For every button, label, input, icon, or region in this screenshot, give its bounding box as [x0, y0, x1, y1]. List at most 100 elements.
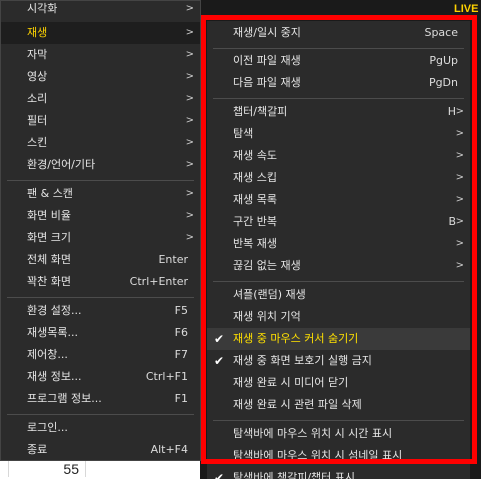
- submenu-item-shortcut: PgUp: [429, 54, 458, 67]
- submenu-item-label: 챕터/책갈피: [233, 105, 288, 118]
- chevron-right-icon: >: [455, 260, 464, 271]
- menu-item-label: 프로그램 정보...: [27, 392, 102, 405]
- menu-item-label: 팬 & 스캔: [27, 187, 73, 200]
- menu-item-visualization[interactable]: 시각화 >: [1, 0, 200, 20]
- menu-separator: [213, 98, 464, 99]
- submenu-item-label: 재생 위치 기억: [233, 310, 301, 323]
- submenu-item-block-screensaver[interactable]: ✔ 재생 중 화면 보호기 실행 금지: [207, 350, 470, 372]
- chevron-right-icon: >: [185, 188, 194, 199]
- submenu-item-label: 구간 반복: [233, 215, 277, 228]
- submenu-item-label: 이전 파일 재생: [233, 54, 301, 67]
- menu-item-login[interactable]: 로그인...: [1, 417, 200, 439]
- checkmark-icon: ✔: [214, 332, 225, 346]
- submenu-item-label: 탐색바에 마우스 위치 시 섬네일 표시: [233, 449, 403, 462]
- submenu-item-repeat[interactable]: 반복 재생 >: [207, 233, 470, 255]
- submenu-item-close-on-finish[interactable]: 재생 완료 시 미디어 닫기: [207, 372, 470, 394]
- menu-item-aspect-ratio[interactable]: 화면 비율 >: [1, 205, 200, 227]
- submenu-item-seamless-play[interactable]: 끊김 없는 재생 >: [207, 255, 470, 277]
- menu-item-label: 영상: [27, 70, 48, 83]
- menu-item-shortcut: Enter: [158, 253, 188, 266]
- submenu-item-label: 끊김 없는 재생: [233, 259, 301, 272]
- menu-item-label: 소리: [27, 92, 48, 105]
- menu-item-playlist[interactable]: 재생목록... F6: [1, 322, 200, 344]
- menu-item-sound[interactable]: 소리 >: [1, 88, 200, 110]
- checkmark-icon: ✔: [214, 471, 225, 479]
- submenu-item-label: 재생 완료 시 관련 파일 삭제: [233, 398, 362, 411]
- chevron-right-icon: >: [455, 238, 464, 249]
- submenu-item-label: 재생 목록: [233, 193, 277, 206]
- submenu-item-label: 재생 속도: [233, 149, 277, 162]
- submenu-item-playlist[interactable]: 재생 목록 >: [207, 189, 470, 211]
- chevron-right-icon: >: [455, 194, 464, 205]
- submenu-item-seekbar-thumbnail[interactable]: 탐색바에 마우스 위치 시 섬네일 표시: [207, 445, 470, 467]
- menu-item-control-panel[interactable]: 제어창... F7: [1, 344, 200, 366]
- menu-item-playback[interactable]: 재생 >: [1, 22, 200, 44]
- main-context-menu: 시각화 > 재생 > 자막 > 영상 > 소리 > 필터 > 스킨 > 환경/언…: [0, 0, 201, 461]
- checkmark-icon: ✔: [214, 354, 225, 368]
- submenu-item-chapters-bookmarks[interactable]: 챕터/책갈피 H >: [207, 101, 470, 123]
- menu-item-label: 시각화: [27, 2, 58, 15]
- chevron-right-icon: >: [185, 27, 194, 38]
- menu-item-label: 화면 비율: [27, 209, 71, 222]
- menu-item-shortcut: F6: [174, 326, 188, 339]
- submenu-item-label: 재생 중 마우스 커서 숨기기: [233, 332, 359, 345]
- menu-item-label: 전체 화면: [27, 253, 71, 266]
- menu-item-pan-scan[interactable]: 팬 & 스캔 >: [1, 183, 200, 205]
- submenu-item-hide-cursor[interactable]: ✔ 재생 중 마우스 커서 숨기기: [207, 328, 470, 350]
- menu-separator: [213, 420, 464, 421]
- menu-item-label: 종료: [27, 443, 48, 456]
- menu-separator: [7, 180, 194, 181]
- menu-item-shortcut: F1: [174, 392, 188, 405]
- submenu-item-label: 탐색: [233, 127, 254, 140]
- chevron-right-icon: >: [455, 216, 464, 227]
- menu-item-subtitle[interactable]: 자막 >: [1, 44, 200, 66]
- submenu-item-delete-on-finish[interactable]: 재생 완료 시 관련 파일 삭제: [207, 394, 470, 416]
- menu-item-shortcut: F5: [174, 304, 188, 317]
- menu-item-label: 스킨: [27, 136, 48, 149]
- menu-item-exit[interactable]: 종료 Alt+F4: [1, 439, 200, 461]
- menu-item-preferences[interactable]: 환경 설정... F5: [1, 300, 200, 322]
- chevron-right-icon: >: [185, 159, 194, 170]
- menu-item-program-info[interactable]: 프로그램 정보... F1: [1, 388, 200, 410]
- menu-item-label: 필터: [27, 114, 48, 127]
- submenu-item-seek[interactable]: 탐색 >: [207, 123, 470, 145]
- submenu-item-seekbar-time[interactable]: 탐색바에 마우스 위치 시 시간 표시: [207, 423, 470, 445]
- menu-item-environment[interactable]: 환경/언어/기타 >: [1, 154, 200, 176]
- chevron-right-icon: >: [455, 128, 464, 139]
- menu-item-playback-info[interactable]: 재생 정보... Ctrl+F1: [1, 366, 200, 388]
- submenu-item-label: 탐색바에 마우스 위치 시 시간 표시: [233, 427, 393, 440]
- chevron-right-icon: >: [185, 232, 194, 243]
- submenu-item-playback-skip[interactable]: 재생 스킵 >: [207, 167, 470, 189]
- submenu-item-label: 재생 중 화면 보호기 실행 금지: [233, 354, 372, 367]
- submenu-item-label: 반복 재생: [233, 237, 277, 250]
- playback-submenu: 재생/일시 중지 Space 이전 파일 재생 PgUp 다음 파일 재생 Pg…: [207, 21, 470, 479]
- submenu-item-shuffle[interactable]: 셔플(랜덤) 재생: [207, 284, 470, 306]
- menu-item-fill-screen[interactable]: 꽉찬 화면 Ctrl+Enter: [1, 271, 200, 293]
- menu-item-filter[interactable]: 필터 >: [1, 110, 200, 132]
- submenu-item-remember-position[interactable]: 재생 위치 기억: [207, 306, 470, 328]
- menu-item-fullscreen[interactable]: 전체 화면 Enter: [1, 249, 200, 271]
- submenu-item-previous-file[interactable]: 이전 파일 재생 PgUp: [207, 50, 470, 72]
- chevron-right-icon: >: [185, 49, 194, 60]
- submenu-item-label: 다음 파일 재생: [233, 76, 301, 89]
- submenu-item-ab-repeat[interactable]: 구간 반복 B >: [207, 211, 470, 233]
- menu-item-label: 재생목록...: [27, 326, 78, 339]
- menu-separator: [213, 281, 464, 282]
- submenu-item-next-file[interactable]: 다음 파일 재생 PgDn: [207, 72, 470, 94]
- chevron-right-icon: >: [185, 71, 194, 82]
- submenu-item-playback-speed[interactable]: 재생 속도 >: [207, 145, 470, 167]
- chevron-right-icon: >: [185, 93, 194, 104]
- submenu-item-play-pause[interactable]: 재생/일시 중지 Space: [207, 22, 470, 44]
- menu-item-shortcut: F7: [174, 348, 188, 361]
- menu-item-label: 재생: [27, 26, 48, 39]
- menu-item-screen-size[interactable]: 화면 크기 >: [1, 227, 200, 249]
- menu-item-skin[interactable]: 스킨 >: [1, 132, 200, 154]
- submenu-item-seekbar-bookmarks[interactable]: ✔ 탐색바에 책갈피/챕터 표시: [207, 467, 470, 479]
- submenu-item-shortcut: Space: [424, 26, 458, 39]
- submenu-item-label: 재생 스킵: [233, 171, 277, 184]
- chevron-right-icon: >: [455, 106, 464, 117]
- chevron-right-icon: >: [185, 115, 194, 126]
- submenu-item-label: 탐색바에 책갈피/챕터 표시: [233, 471, 356, 479]
- menu-item-video[interactable]: 영상 >: [1, 66, 200, 88]
- chevron-right-icon: >: [455, 172, 464, 183]
